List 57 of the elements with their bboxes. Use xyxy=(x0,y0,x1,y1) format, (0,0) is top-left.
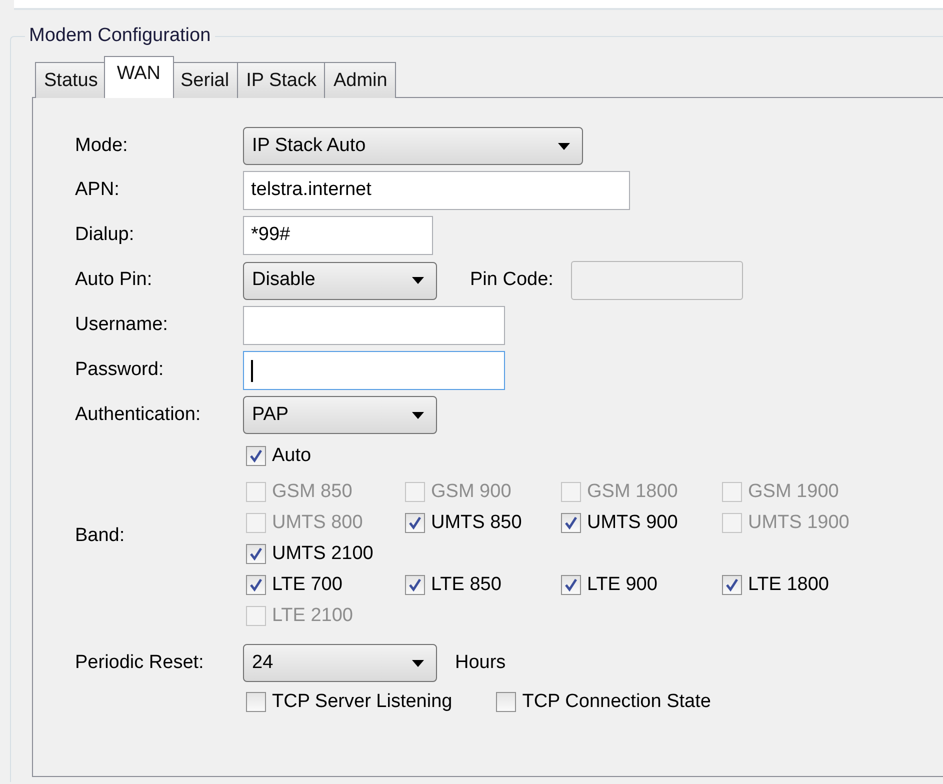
checkbox-label: LTE 900 xyxy=(587,572,658,597)
checkbox-label: LTE 700 xyxy=(272,572,342,597)
checkbox-label: UMTS 1900 xyxy=(748,510,850,535)
checkbox-label: LTE 1800 xyxy=(748,572,829,597)
checkbox[interactable] xyxy=(246,692,266,712)
field-label: Dialup: xyxy=(75,223,136,248)
caret-icon xyxy=(412,277,424,284)
field-label: Pin Code: xyxy=(470,268,554,292)
checkbox-label: UMTS 2100 xyxy=(272,542,374,566)
caret-icon xyxy=(558,142,570,150)
checkbox[interactable] xyxy=(561,513,581,533)
checkbox[interactable] xyxy=(496,692,516,712)
field-label: Auto Pin: xyxy=(75,268,154,292)
dropdown[interactable]: PAP xyxy=(243,396,437,434)
checkbox-label: TCP Server Listening xyxy=(272,690,452,714)
dropdown[interactable]: 24 xyxy=(243,644,437,682)
checkbox-label: UMTS 900 xyxy=(587,510,678,535)
dropdown[interactable]: IP Stack Auto xyxy=(243,127,583,165)
checkbox[interactable] xyxy=(246,575,266,595)
checkbox[interactable] xyxy=(246,544,266,564)
checkbox[interactable] xyxy=(405,513,425,533)
checkbox-label: LTE 2100 xyxy=(272,604,353,628)
text-cursor xyxy=(251,360,253,382)
tab[interactable]: IP Stack xyxy=(237,62,326,98)
checkbox[interactable] xyxy=(405,575,425,595)
group-title: Modem Configuration xyxy=(25,24,215,48)
caret-icon xyxy=(412,412,424,418)
unit-label: Hours xyxy=(455,650,506,675)
dropdown[interactable]: Disable xyxy=(243,262,437,300)
caret-icon xyxy=(412,660,424,666)
field-label: Mode: xyxy=(75,134,129,158)
field-label: APN: xyxy=(75,178,120,202)
tab[interactable]: Admin xyxy=(324,62,396,98)
field-label: Username: xyxy=(75,313,169,338)
text-field[interactable] xyxy=(243,351,505,390)
text-field[interactable]: *99# xyxy=(243,216,433,255)
checkbox-label: LTE 850 xyxy=(431,572,502,597)
field-label: Periodic Reset: xyxy=(75,650,205,675)
checkbox-label: UMTS 800 xyxy=(272,510,363,535)
checkbox[interactable] xyxy=(722,575,742,595)
field-label: Password: xyxy=(75,358,165,382)
text-field[interactable] xyxy=(243,306,505,345)
tab[interactable]: WAN xyxy=(104,56,174,98)
checkbox-label: GSM 850 xyxy=(272,480,352,504)
checkbox-label: GSM 1800 xyxy=(587,480,678,504)
tab[interactable]: Serial xyxy=(172,62,238,98)
checkbox[interactable] xyxy=(561,575,581,595)
checkbox-label: UMTS 850 xyxy=(431,510,522,535)
checkbox-label: GSM 900 xyxy=(431,480,512,504)
tab[interactable]: Status xyxy=(35,62,107,98)
checkbox-label: Auto xyxy=(272,444,312,468)
field-label: Band: xyxy=(75,524,126,548)
checkbox-label: TCP Connection State xyxy=(522,690,711,714)
field-label: Authentication: xyxy=(75,402,202,427)
checkbox[interactable] xyxy=(246,446,266,466)
checkbox-label: GSM 1900 xyxy=(748,480,839,504)
text-field[interactable]: telstra.internet xyxy=(243,171,630,210)
